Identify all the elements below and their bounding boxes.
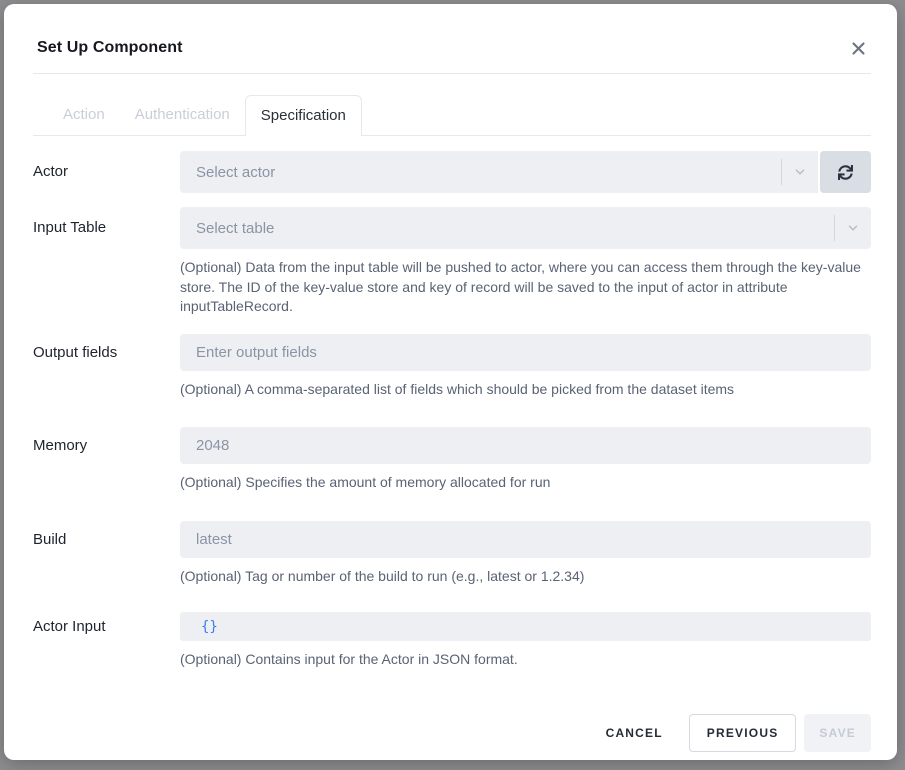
specification-form: Actor Select actor	[33, 151, 871, 670]
build-input[interactable]	[180, 521, 871, 558]
form-row-memory: Memory (Optional) Specifies the amount o…	[33, 427, 871, 493]
modal-title: Set Up Component	[37, 37, 183, 59]
memory-help: (Optional) Specifies the amount of memor…	[180, 473, 871, 493]
form-row-build: Build (Optional) Tag or number of the bu…	[33, 521, 871, 587]
actor-input-help: (Optional) Contains input for the Actor …	[180, 650, 871, 670]
actor-select-caret[interactable]	[781, 151, 818, 193]
select-divider	[781, 159, 782, 185]
output-fields-label: Output fields	[33, 334, 180, 363]
tab-authentication[interactable]: Authentication	[120, 95, 245, 135]
input-table-label: Input Table	[33, 207, 180, 238]
close-x-glyph	[852, 42, 865, 55]
cancel-button[interactable]: CANCEL	[602, 714, 667, 752]
tab-action[interactable]: Action	[48, 95, 120, 135]
setup-component-modal: Set Up Component Action Authentication S…	[4, 4, 897, 760]
output-fields-input[interactable]	[180, 334, 871, 371]
tab-bar: Action Authentication Specification	[33, 95, 871, 136]
input-table-select[interactable]: Select table	[180, 207, 871, 249]
build-label: Build	[33, 521, 180, 550]
actor-input-label: Actor Input	[33, 612, 180, 637]
refresh-icon	[838, 165, 853, 180]
refresh-actors-button[interactable]	[820, 151, 871, 193]
input-table-select-placeholder: Select table	[180, 220, 834, 237]
chevron-down-icon	[846, 221, 860, 235]
form-row-actor-input: Actor Input {} (Optional) Contains input…	[33, 612, 871, 670]
input-table-select-caret[interactable]	[834, 207, 871, 249]
actor-select[interactable]: Select actor	[180, 151, 818, 193]
save-button[interactable]: SAVE	[804, 714, 871, 752]
input-table-help: (Optional) Data from the input table wil…	[180, 258, 871, 317]
output-fields-help: (Optional) A comma-separated list of fie…	[180, 380, 871, 400]
actor-input-json-value: {}	[201, 619, 218, 635]
modal-footer: CANCEL PREVIOUS SAVE	[33, 714, 871, 752]
memory-input[interactable]	[180, 427, 871, 464]
actor-input-json-editor[interactable]: {}	[180, 612, 871, 641]
form-row-output-fields: Output fields (Optional) A comma-separat…	[33, 334, 871, 400]
actor-label: Actor	[33, 151, 180, 182]
select-divider	[834, 215, 835, 241]
close-icon[interactable]	[850, 40, 867, 57]
modal-header: Set Up Component	[33, 4, 871, 74]
form-row-input-table: Input Table Select table (Optional) Data…	[33, 207, 871, 317]
previous-button[interactable]: PREVIOUS	[689, 714, 797, 752]
memory-label: Memory	[33, 427, 180, 456]
actor-select-placeholder: Select actor	[180, 164, 781, 181]
form-row-actor: Actor Select actor	[33, 151, 871, 193]
tab-specification[interactable]: Specification	[245, 95, 362, 136]
chevron-down-icon	[793, 165, 807, 179]
build-help: (Optional) Tag or number of the build to…	[180, 567, 871, 587]
